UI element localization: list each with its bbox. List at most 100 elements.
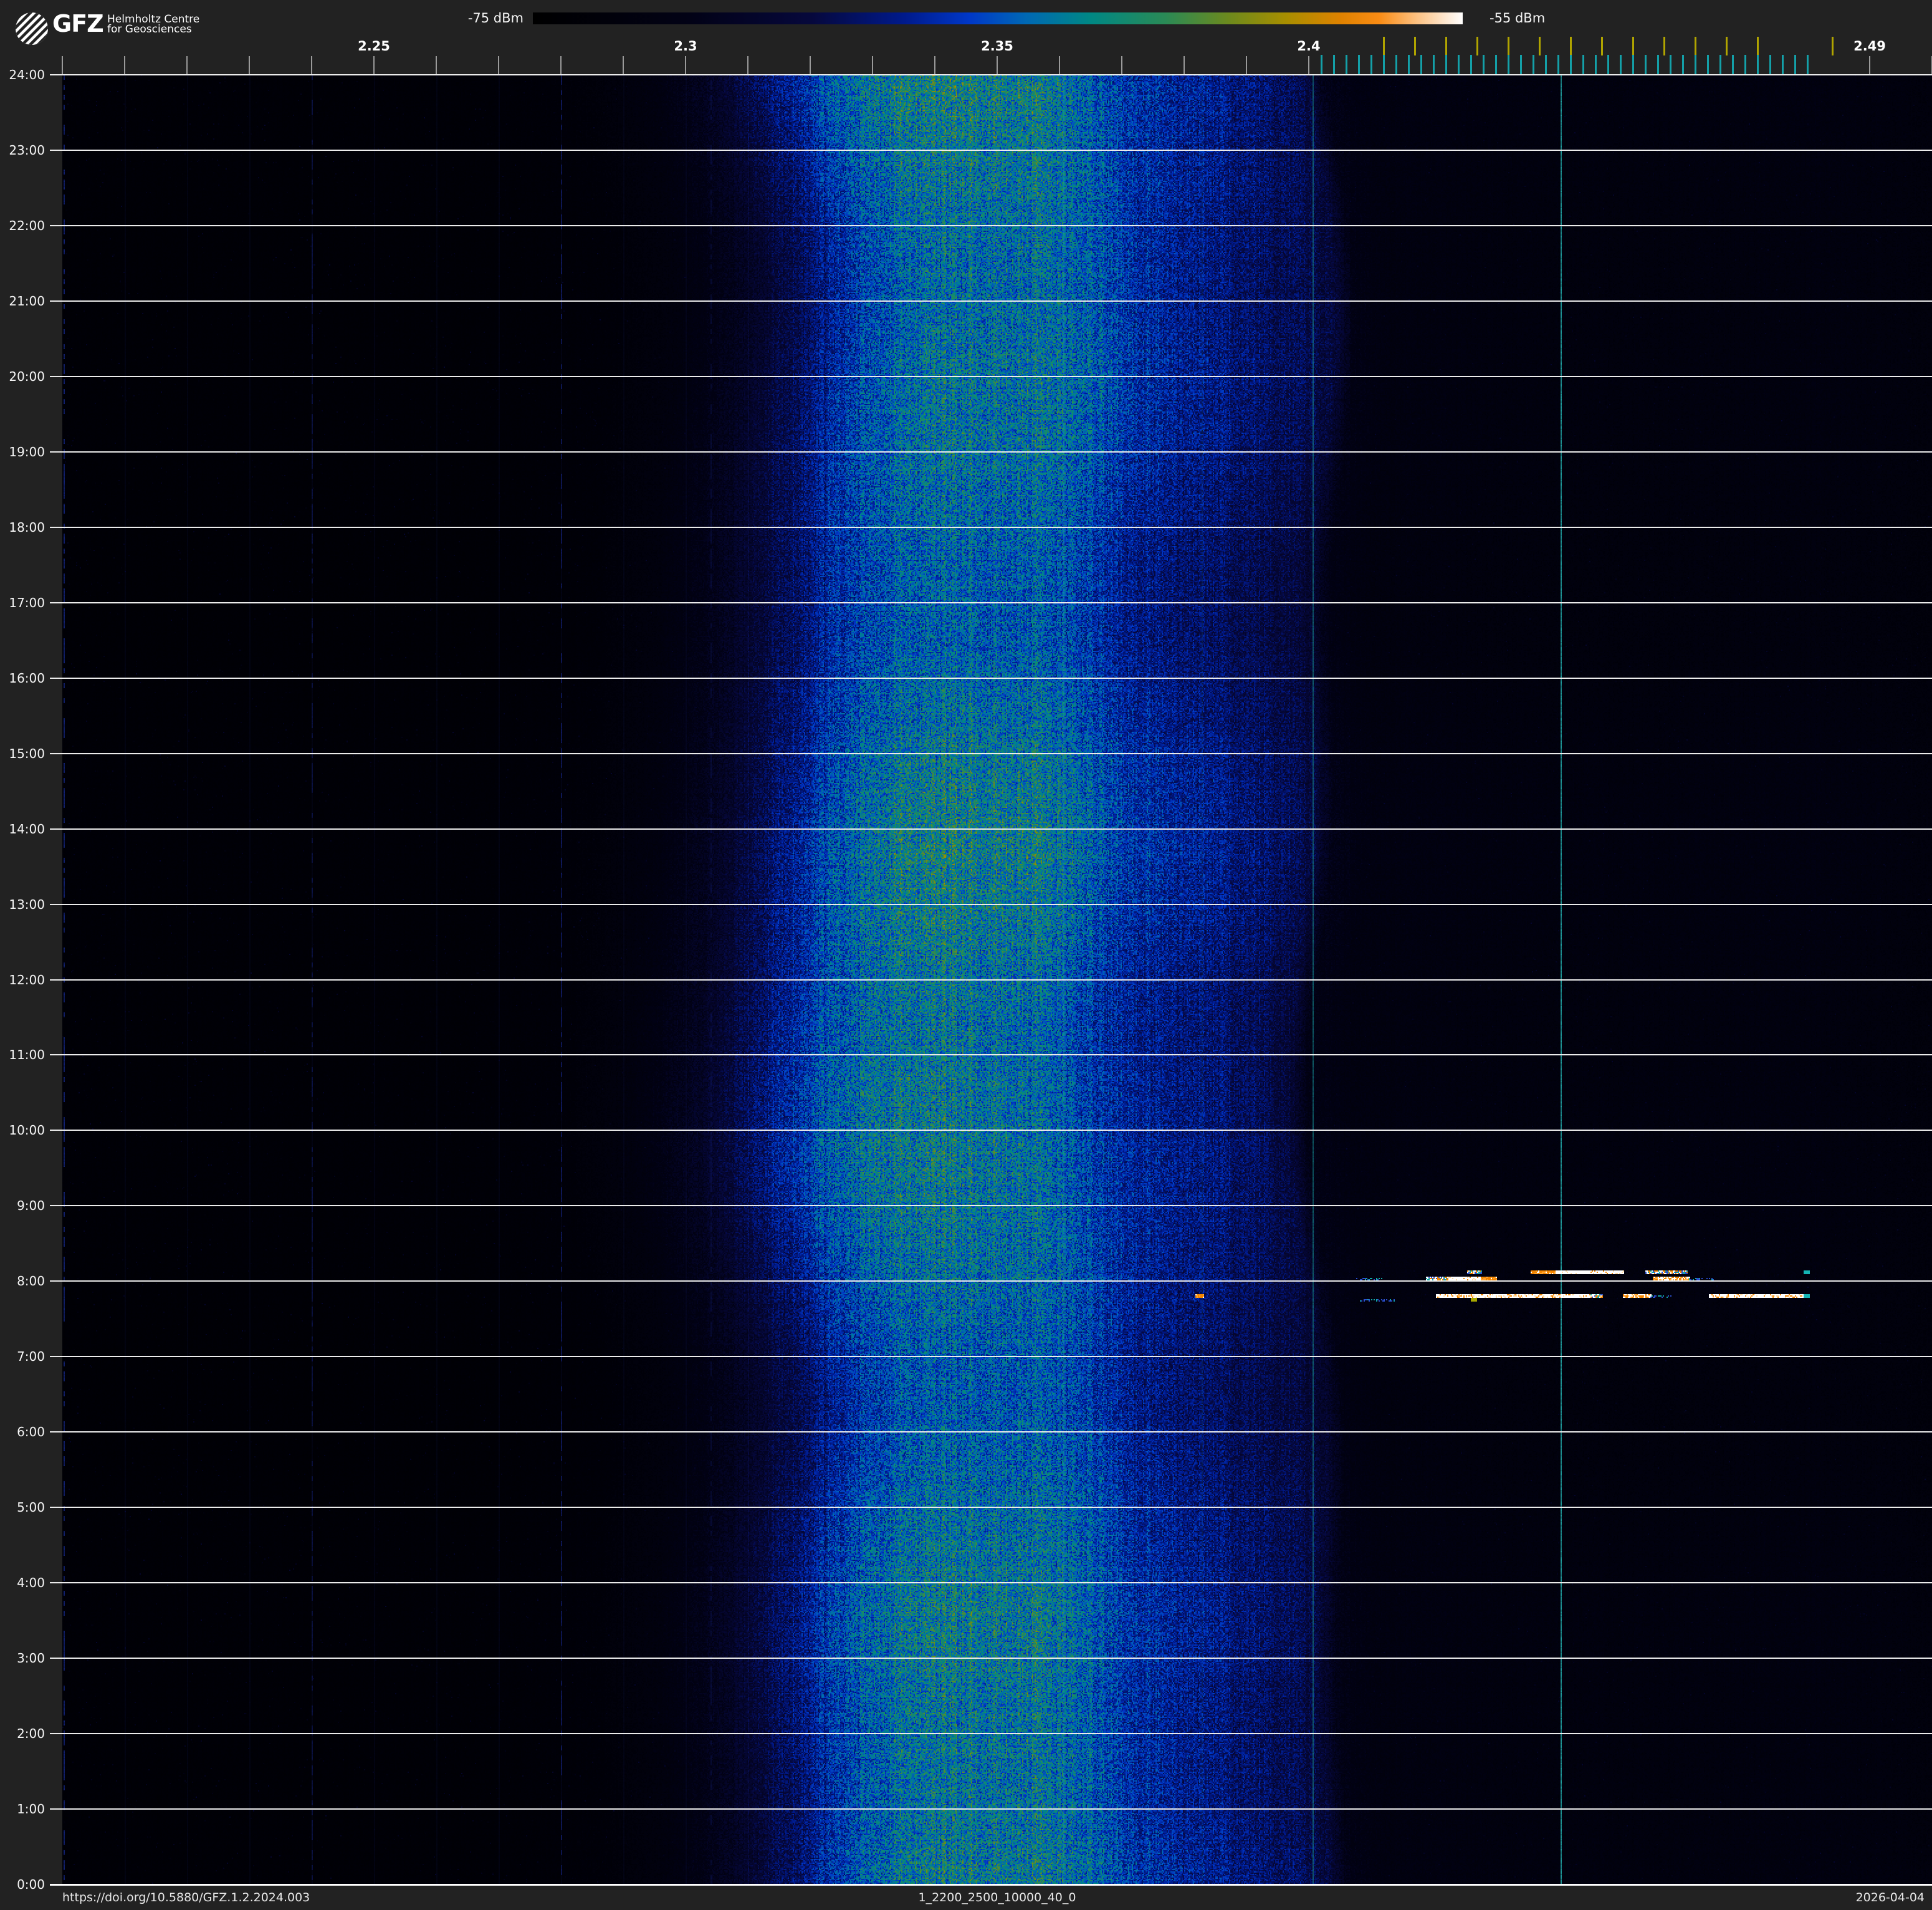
ble-channel-tick bbox=[1321, 55, 1322, 74]
freq-major-tick bbox=[124, 56, 125, 74]
ble-channel-tick bbox=[1657, 55, 1659, 74]
ble-channel-tick bbox=[1420, 55, 1422, 74]
freq-tick-label: 2.35 bbox=[960, 39, 1035, 54]
hour-gridline bbox=[50, 1356, 1932, 1357]
freq-major-tick bbox=[623, 56, 624, 74]
wifi-channel-tick bbox=[1695, 37, 1696, 55]
ble-channel-tick bbox=[1607, 55, 1609, 74]
ble-channel-tick bbox=[1445, 55, 1447, 74]
hour-tick-label: 4:00 bbox=[0, 1575, 45, 1590]
hour-tick-label: 9:00 bbox=[0, 1198, 45, 1213]
ble-channel-tick bbox=[1533, 55, 1534, 74]
ble-channel-tick bbox=[1458, 55, 1460, 74]
dataset-id: 1_2200_2500_10000_40_0 bbox=[62, 1891, 1932, 1904]
hour-gridline bbox=[50, 678, 1932, 679]
hour-gridline bbox=[50, 1808, 1932, 1810]
hour-tick-label: 2:00 bbox=[0, 1726, 45, 1741]
ble-channel-tick bbox=[1707, 55, 1709, 74]
hour-tick-label: 8:00 bbox=[0, 1274, 45, 1289]
freq-major-tick bbox=[498, 56, 499, 74]
freq-major-tick bbox=[1121, 56, 1122, 74]
ble-channel-tick bbox=[1719, 55, 1721, 74]
ble-channel-tick bbox=[1433, 55, 1435, 74]
hour-gridline bbox=[50, 376, 1932, 377]
freq-major-tick bbox=[1308, 56, 1309, 74]
freq-major-tick bbox=[1869, 56, 1870, 74]
hour-tick-label: 17:00 bbox=[0, 595, 45, 610]
hour-tick-label: 16:00 bbox=[0, 671, 45, 686]
ble-channel-tick bbox=[1395, 55, 1397, 74]
hour-gridline bbox=[50, 1507, 1932, 1508]
ble-channel-tick bbox=[1383, 55, 1385, 74]
wifi-channel-tick bbox=[1726, 37, 1728, 55]
colorbar-min-label: -75 dBm bbox=[436, 11, 524, 26]
wifi-channel-tick bbox=[1570, 37, 1572, 55]
hour-tick-label: 5:00 bbox=[0, 1500, 45, 1515]
freq-major-tick bbox=[1184, 56, 1185, 74]
ble-channel-tick bbox=[1495, 55, 1497, 74]
hour-gridline bbox=[50, 979, 1932, 981]
hour-gridline bbox=[50, 451, 1932, 453]
hour-gridline bbox=[50, 1582, 1932, 1583]
hour-gridline bbox=[50, 1054, 1932, 1055]
gfz-subtitle: Helmholtz Centre for Geosciences bbox=[107, 15, 199, 34]
hour-tick-label: 24:00 bbox=[0, 67, 45, 82]
freq-major-tick bbox=[186, 56, 188, 74]
ble-channel-tick bbox=[1620, 55, 1622, 74]
freq-major-tick bbox=[747, 56, 748, 74]
hour-tick-label: 22:00 bbox=[0, 218, 45, 233]
hour-gridline bbox=[50, 1280, 1932, 1282]
freq-major-tick bbox=[997, 56, 998, 74]
wifi-channel-tick bbox=[1757, 37, 1759, 55]
hour-tick-label: 20:00 bbox=[0, 369, 45, 384]
freq-tick-label: 2.49 bbox=[1832, 39, 1907, 54]
freq-major-tick bbox=[373, 56, 375, 74]
gfz-subtitle-line2: for Geosciences bbox=[107, 25, 199, 35]
freq-major-tick bbox=[249, 56, 250, 74]
ble-channel-tick bbox=[1582, 55, 1584, 74]
hour-tick-label: 0:00 bbox=[0, 1877, 45, 1892]
hour-tick-label: 13:00 bbox=[0, 897, 45, 912]
colorbar-max-label: -55 dBm bbox=[1490, 11, 1545, 26]
hour-gridline bbox=[50, 1884, 1932, 1886]
ble-channel-tick bbox=[1408, 55, 1410, 74]
hour-gridline bbox=[50, 1205, 1932, 1206]
wifi-channel-tick bbox=[1445, 37, 1447, 55]
ble-channel-tick bbox=[1732, 55, 1734, 74]
hour-gridline bbox=[50, 602, 1932, 603]
hour-tick-label: 23:00 bbox=[0, 143, 45, 158]
wifi-channel-tick bbox=[1539, 37, 1541, 55]
hour-gridline bbox=[50, 527, 1932, 528]
hour-gridline bbox=[50, 74, 1932, 75]
ble-channel-tick bbox=[1782, 55, 1784, 74]
freq-major-tick bbox=[934, 56, 935, 74]
ble-channel-tick bbox=[1470, 55, 1472, 74]
freq-major-tick bbox=[810, 56, 811, 74]
ble-channel-tick bbox=[1757, 55, 1759, 74]
gfz-brand: GFZ bbox=[52, 10, 103, 37]
freq-major-tick bbox=[560, 56, 562, 74]
hour-gridline bbox=[50, 1431, 1932, 1432]
ble-channel-tick bbox=[1682, 55, 1684, 74]
hour-tick-label: 19:00 bbox=[0, 444, 45, 459]
freq-major-tick bbox=[1246, 56, 1247, 74]
date-label: 2026-04-04 bbox=[1856, 1891, 1925, 1904]
ble-channel-tick bbox=[1570, 55, 1572, 74]
hour-tick-label: 18:00 bbox=[0, 520, 45, 535]
wifi-channel-tick bbox=[1383, 37, 1385, 55]
wifi-channel-tick bbox=[1632, 37, 1634, 55]
hour-tick-label: 14:00 bbox=[0, 822, 45, 837]
hour-tick-label: 7:00 bbox=[0, 1349, 45, 1364]
hour-tick-label: 12:00 bbox=[0, 972, 45, 987]
hour-tick-label: 10:00 bbox=[0, 1123, 45, 1138]
hour-gridline bbox=[50, 225, 1932, 226]
ble-channel-tick bbox=[1632, 55, 1634, 74]
wifi-channel-tick bbox=[1508, 37, 1509, 55]
wifi-channel-tick bbox=[1832, 37, 1834, 55]
hour-gridline bbox=[50, 1658, 1932, 1659]
wifi-channel-tick bbox=[1663, 37, 1665, 55]
freq-major-tick bbox=[872, 56, 873, 74]
ble-channel-tick bbox=[1695, 55, 1696, 74]
ble-channel-tick bbox=[1346, 55, 1347, 74]
ble-channel-tick bbox=[1794, 55, 1796, 74]
